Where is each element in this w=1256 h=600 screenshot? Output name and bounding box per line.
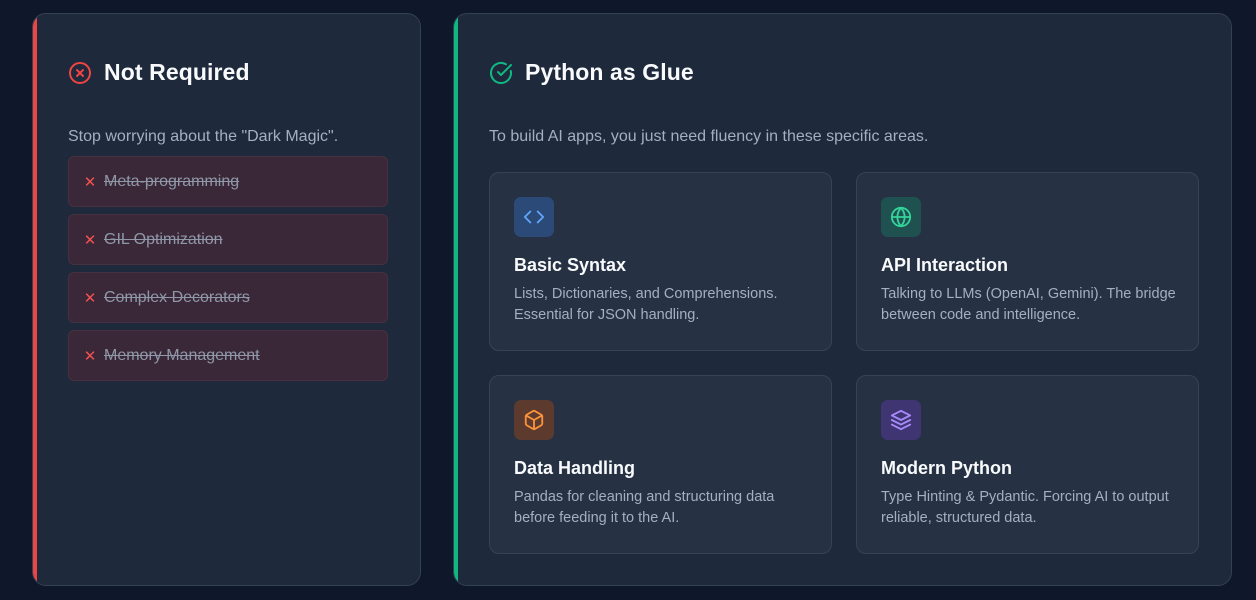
code-icon (514, 197, 554, 237)
card-title: Modern Python (881, 458, 1012, 478)
cross-icon: ✕ (83, 289, 97, 307)
cross-icon: ✕ (83, 231, 97, 249)
x-circle-icon (68, 61, 92, 85)
not-required-subtitle: Stop worrying about the "Dark Magic". (68, 128, 339, 145)
card-title: Basic Syntax (514, 255, 627, 275)
check-circle-icon (489, 61, 513, 85)
box-icon (514, 400, 554, 440)
list-item: ✕ Complex Decorators (68, 272, 388, 323)
card-description: Lists, Dictionaries, and Comprehensions.… (514, 286, 778, 323)
card-title: Data Handling (514, 458, 636, 478)
card-description: Pandas for cleaning and structuring data… (514, 489, 775, 526)
python-as-glue-panel: Python as Glue To build AI apps, you jus… (453, 13, 1232, 586)
not-required-title: Not Required (104, 59, 250, 85)
python-as-glue-header: Python as Glue (489, 59, 694, 86)
not-required-panel: Not Required Stop worrying about the "Da… (32, 13, 421, 586)
python-as-glue-subtitle: To build AI apps, you just need fluency … (489, 128, 929, 145)
card-title: API Interaction (881, 255, 1009, 275)
not-required-header: Not Required (68, 59, 250, 86)
card-data-handling: Data Handling Pandas for cleaning and st… (489, 375, 832, 554)
card-basic-syntax: Basic Syntax Lists, Dictionaries, and Co… (489, 172, 832, 351)
cross-icon: ✕ (83, 173, 97, 191)
list-item: ✕ Memory Management (68, 330, 388, 381)
card-api-interaction: API Interaction Talking to LLMs (OpenAI,… (856, 172, 1199, 351)
card-description: Type Hinting & Pydantic. Forcing AI to o… (881, 489, 1169, 526)
globe-icon (881, 197, 921, 237)
list-item-label: GIL Optimization (104, 230, 223, 248)
layers-icon (881, 400, 921, 440)
card-description: Talking to LLMs (OpenAI, Gemini). The br… (881, 286, 1176, 323)
not-required-list: ✕ Meta-programming ✕ GIL Optimization ✕ … (68, 156, 388, 388)
card-modern-python: Modern Python Type Hinting & Pydantic. F… (856, 375, 1199, 554)
list-item-label: Complex Decorators (104, 288, 250, 306)
list-item: ✕ GIL Optimization (68, 214, 388, 265)
list-item: ✕ Meta-programming (68, 156, 388, 207)
list-item-label: Memory Management (104, 346, 260, 364)
cross-icon: ✕ (83, 347, 97, 365)
skill-cards-grid: Basic Syntax Lists, Dictionaries, and Co… (489, 172, 1200, 554)
page: Not Required Stop worrying about the "Da… (0, 0, 1256, 600)
python-as-glue-title: Python as Glue (525, 59, 694, 85)
list-item-label: Meta-programming (104, 172, 240, 190)
